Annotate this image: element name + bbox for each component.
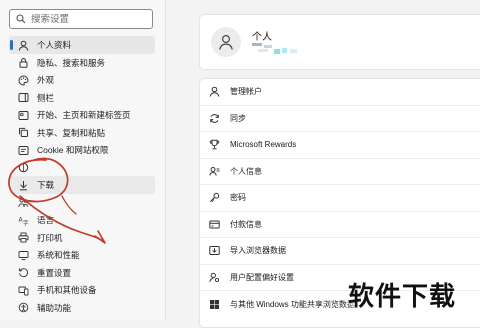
cookie-icon <box>17 144 30 157</box>
profile-card[interactable]: 个人 <box>199 14 480 70</box>
row-label: 管理帐户 <box>230 87 262 97</box>
row-passwords[interactable]: 密码 <box>200 185 480 212</box>
sidebar-item-label: 系统和性能 <box>37 250 80 260</box>
row-label: 用户配置偏好设置 <box>230 272 294 282</box>
sidebar-item-downloads[interactable]: 下载 <box>9 176 155 194</box>
sidebar-item-label: 语言 <box>37 215 55 225</box>
sidebar-item-label: 手机和其他设备 <box>37 285 97 295</box>
family-icon <box>17 196 30 209</box>
profile-name: 个人 <box>252 32 272 43</box>
profile-settings-icon <box>208 271 220 283</box>
sidebar-item-family[interactable] <box>9 194 155 212</box>
search-settings-box[interactable] <box>9 9 153 29</box>
download-icon <box>17 179 30 192</box>
sidebar-item-label: 个人资料 <box>37 40 72 50</box>
row-payment-info[interactable]: 付款信息 <box>200 212 480 238</box>
sidebar-icon <box>17 91 30 104</box>
sidebar-item-label: 重置设置 <box>37 267 72 278</box>
search-input[interactable] <box>31 13 141 25</box>
row-label: 付款信息 <box>230 219 262 229</box>
sidebar-item-system-performance[interactable]: 系统和性能 <box>9 246 155 264</box>
sidebar-item-share-copy-paste[interactable]: 共享、复制和粘贴 <box>9 124 155 142</box>
row-label: 与其他 Windows 功能共享浏览数据 <box>230 299 355 309</box>
row-import-browser-data[interactable]: 导入浏览器数据 <box>200 238 480 265</box>
avatar[interactable] <box>211 27 241 57</box>
sidebar-item-profiles[interactable]: 个人资料 <box>9 36 155 54</box>
system-icon <box>17 249 30 262</box>
trophy-icon <box>208 139 220 151</box>
settings-sidebar: 个人资料 隐私、搜索和服务 外观 侧栏 开始、主页和新建标签页 共享、复制和粘贴 <box>0 0 166 320</box>
printer-icon <box>17 231 30 244</box>
sidebar-item-label: 辅助功能 <box>37 302 72 313</box>
sidebar-item-appearance[interactable]: 外观 <box>9 71 155 89</box>
person-icon <box>208 86 220 98</box>
sidebar-item-default-browser[interactable] <box>9 159 155 177</box>
share-icon <box>17 126 30 139</box>
person-icon <box>219 34 233 50</box>
svg-text:字: 字 <box>23 219 29 226</box>
row-label: Microsoft Rewards <box>230 140 297 150</box>
row-label: 个人信息 <box>230 166 262 176</box>
key-icon <box>208 192 220 204</box>
reset-icon <box>17 266 30 279</box>
sidebar-item-label: Cookie 和网站权限 <box>37 145 109 155</box>
sidebar-item-sidebar[interactable]: 侧栏 <box>9 89 155 107</box>
import-icon <box>208 245 220 257</box>
sidebar-item-label: 隐私、搜索和服务 <box>37 57 106 68</box>
row-label: 导入浏览器数据 <box>230 246 286 256</box>
sidebar-item-label: 共享、复制和粘贴 <box>37 127 106 138</box>
browser-icon <box>17 161 30 174</box>
sync-icon <box>208 112 220 124</box>
sidebar-item-label: 下载 <box>37 180 55 190</box>
sidebar-item-phone-devices[interactable]: 手机和其他设备 <box>9 281 155 299</box>
main-content: 个人 管理帐户 同步 Microsoft Rewards 个人信息 密码 付款信… <box>166 0 480 328</box>
row-label: 密码 <box>230 193 246 203</box>
sidebar-item-label: 打印机 <box>37 232 63 243</box>
phone-icon <box>17 284 30 297</box>
palette-icon <box>17 74 30 87</box>
row-personal-info[interactable]: 个人信息 <box>200 159 480 185</box>
sidebar-item-cookies-permissions[interactable]: Cookie 和网站权限 <box>9 141 155 159</box>
profile-email-redacted <box>252 43 302 55</box>
person-icon <box>17 39 30 52</box>
language-icon: A字 <box>17 214 30 227</box>
row-manage-account[interactable]: 管理帐户 <box>200 79 480 106</box>
sidebar-item-label: 开始、主页和新建标签页 <box>37 110 131 120</box>
sidebar-item-languages[interactable]: A字 语言 <box>9 211 155 229</box>
sidebar-item-start-home-newtab[interactable]: 开始、主页和新建标签页 <box>9 106 155 124</box>
sidebar-item-accessibility[interactable]: 辅助功能 <box>9 299 155 317</box>
row-microsoft-rewards[interactable]: Microsoft Rewards <box>200 132 480 159</box>
sidebar-item-label: 外观 <box>37 75 55 85</box>
sidebar-item-reset-settings[interactable]: 重置设置 <box>9 264 155 282</box>
row-label: 同步 <box>230 113 246 123</box>
id-card-icon <box>208 165 220 177</box>
home-icon <box>17 109 30 122</box>
windows-icon <box>208 298 220 310</box>
credit-card-icon <box>208 218 220 230</box>
lock-icon <box>17 56 30 69</box>
watermark: 软件下载 <box>348 282 457 312</box>
accessibility-icon <box>17 301 30 314</box>
sidebar-item-printers[interactable]: 打印机 <box>9 229 155 247</box>
sidebar-item-privacy[interactable]: 隐私、搜索和服务 <box>9 54 155 72</box>
sidebar-item-label: 侧栏 <box>37 92 55 103</box>
search-icon <box>16 14 26 24</box>
row-sync[interactable]: 同步 <box>200 106 480 132</box>
